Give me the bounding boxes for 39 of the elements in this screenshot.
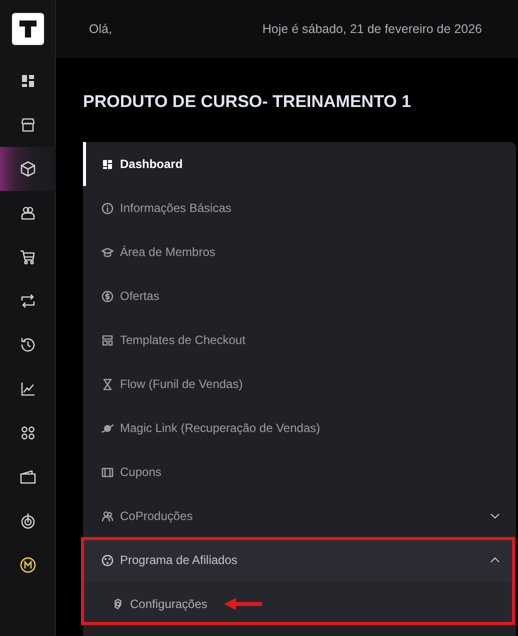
greeting: Olá,	[89, 22, 112, 36]
menu-item[interactable]: Templates de Checkout	[83, 318, 516, 362]
menu-item[interactable]: Magic Link (Recuperação de Vendas)	[83, 406, 516, 450]
menu-item[interactable]: CoProduções	[83, 494, 516, 538]
command-icon	[18, 424, 36, 442]
repeat-icon	[18, 292, 36, 310]
people-icon	[101, 510, 114, 522]
graduation-cap-icon	[101, 246, 114, 258]
date-text: Hoje é sábado, 21 de fevereiro de 2026	[262, 22, 482, 36]
dollar-icon	[101, 290, 114, 302]
chart-icon	[18, 380, 36, 398]
cart-icon	[18, 248, 36, 266]
submenu-item[interactable]: Configurações	[83, 582, 516, 626]
sidebar-item[interactable]	[0, 147, 56, 191]
menu-item[interactable]: Ofertas	[83, 274, 516, 318]
dashboard-icon	[101, 158, 114, 170]
smile-icon	[101, 554, 114, 566]
page-title: PRODUTO DE CURSO- TREINAMENTO 1	[83, 92, 412, 112]
menu-item[interactable]: Cupons	[83, 450, 516, 494]
logo-icon[interactable]	[12, 13, 44, 45]
planet-icon	[101, 422, 114, 434]
chevron-icon	[490, 555, 500, 565]
menu-item[interactable]: Área de Membros	[83, 230, 516, 274]
wallet-icon	[18, 468, 36, 486]
box-icon	[18, 160, 36, 178]
menu-item[interactable]: Informações Básicas	[83, 186, 516, 230]
menu-item[interactable]: Flow (Funil de Vendas)	[83, 362, 516, 406]
menu-item[interactable]: Dashboard	[83, 142, 516, 186]
layout-icon	[101, 334, 114, 346]
power-icon	[18, 512, 36, 530]
menu-item[interactable]: Programa de Afiliados	[83, 538, 516, 582]
hourglass-icon	[101, 378, 114, 390]
chevron-icon	[490, 511, 500, 521]
ticket-icon	[101, 466, 114, 478]
history-icon	[18, 336, 36, 354]
users-icon	[18, 204, 36, 222]
info-icon	[101, 202, 114, 214]
store-icon	[18, 116, 36, 134]
coin-icon	[18, 556, 36, 574]
